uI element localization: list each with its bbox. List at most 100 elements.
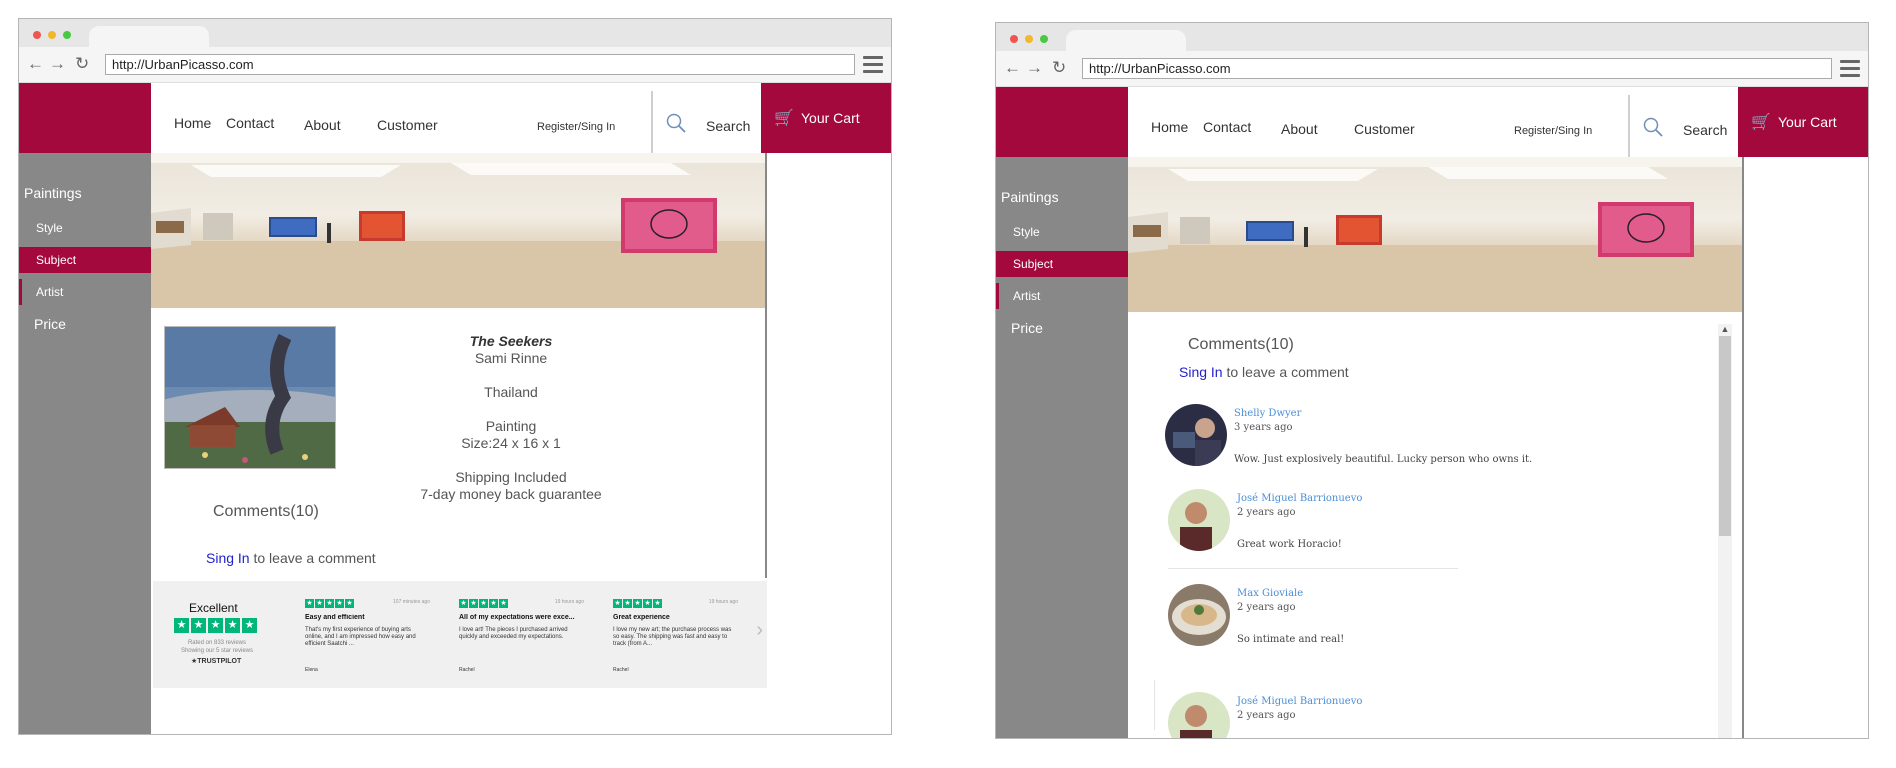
- forward-arrow-icon[interactable]: →: [1026, 59, 1043, 77]
- nav-home-link[interactable]: Home: [1151, 119, 1188, 135]
- review-body: That's my first experience of buying art…: [305, 627, 416, 647]
- logo-block[interactable]: [19, 83, 151, 153]
- product-shipping: Shipping Included: [455, 469, 567, 485]
- trustpilot-rating: Excellent: [189, 601, 238, 615]
- review-card[interactable]: ★ ★ ★ ★ ★ 19 hours ago Great experience I lo…: [613, 599, 738, 673]
- comment-author[interactable]: José Miguel Barrionuevo: [1237, 493, 1362, 504]
- address-bar[interactable]: http://UrbanPicasso.com: [105, 54, 855, 75]
- back-arrow-icon[interactable]: ←: [27, 55, 44, 73]
- review-author: Rachel: [613, 667, 629, 673]
- sidebar-item-price[interactable]: Price: [34, 316, 66, 332]
- nav-customer-link[interactable]: Customer: [377, 117, 438, 133]
- scrollbar-thumb[interactable]: [1719, 336, 1731, 536]
- comments-scrollbar[interactable]: ▲ ▼: [1718, 324, 1732, 738]
- comment-author[interactable]: Shelly Dwyer: [1234, 408, 1301, 419]
- signin-prompt: Sing In to leave a comment: [206, 550, 376, 566]
- comments-panel: Comments(10) Sing In to leave a comment …: [1128, 312, 1742, 738]
- reload-icon[interactable]: ↻: [75, 55, 89, 73]
- avatar[interactable]: [1168, 584, 1230, 646]
- gallery-hero-image: [151, 153, 765, 308]
- register-signin-link[interactable]: Register/Sing In: [537, 121, 615, 133]
- trustpilot-rated: Rated on 833 reviews: [187, 640, 247, 646]
- close-window-button[interactable]: [33, 31, 41, 39]
- minimize-window-button[interactable]: [1025, 35, 1033, 43]
- cart-icon: 🛒: [774, 110, 794, 127]
- star-icon: ★: [174, 618, 189, 633]
- chevron-right-icon[interactable]: ›: [756, 619, 763, 642]
- trustpilot-stars: ★ ★ ★ ★ ★: [174, 618, 257, 633]
- review-author: Elena: [305, 667, 318, 673]
- top-navigation: Home Contact About Customer Register/Sin…: [151, 83, 761, 153]
- signin-suffix: to leave a comment: [253, 550, 376, 566]
- minimize-window-button[interactable]: [48, 31, 56, 39]
- sidebar-item-artist[interactable]: Artist: [19, 279, 151, 305]
- nav-about-link[interactable]: About: [1281, 121, 1318, 137]
- back-arrow-icon[interactable]: ←: [1004, 59, 1021, 77]
- page: Home Contact About Customer Register/Sin…: [19, 83, 891, 734]
- sidebar-item-price[interactable]: Price: [1011, 320, 1043, 336]
- page: Home Contact About Customer Register/Sin…: [996, 87, 1868, 738]
- register-signin-link[interactable]: Register/Sing In: [1514, 125, 1592, 137]
- review-author: Rachel: [459, 667, 475, 673]
- sidebar-item-subject[interactable]: Subject: [996, 251, 1128, 277]
- nav-home-link[interactable]: Home: [174, 115, 211, 131]
- avatar[interactable]: [1168, 489, 1230, 551]
- reload-icon[interactable]: ↻: [1052, 59, 1066, 77]
- browser-toolbar: ← → ↻ http://UrbanPicasso.com: [19, 47, 891, 83]
- nav-contact-link[interactable]: Contact: [226, 115, 274, 131]
- star-icon: ★: [208, 618, 223, 633]
- sidebar-item-artist[interactable]: Artist: [996, 283, 1128, 309]
- signin-link[interactable]: Sing In: [1179, 364, 1223, 380]
- cart-label: Your Cart: [1778, 114, 1837, 130]
- maximize-window-button[interactable]: [1040, 35, 1048, 43]
- review-card[interactable]: ★ ★ ★ ★ ★ 19 hours ago All of my expectation…: [459, 599, 584, 673]
- search-icon[interactable]: [1643, 117, 1663, 137]
- maximize-window-button[interactable]: [63, 31, 71, 39]
- window-titlebar: [996, 23, 1868, 51]
- comment-author[interactable]: José Miguel Barrionuevo: [1237, 696, 1362, 707]
- review-card[interactable]: ★ ★ ★ ★ ★ 107 minutes ago Easy and efficient…: [305, 599, 430, 673]
- review-body: I love my new art; the purchase process …: [613, 627, 732, 647]
- product-title: The Seekers: [469, 333, 553, 349]
- hamburger-menu-icon[interactable]: [1840, 60, 1860, 77]
- browser-tab[interactable]: [89, 26, 209, 47]
- forward-arrow-icon[interactable]: →: [49, 55, 66, 73]
- sidebar-item-artist-label: Artist: [36, 285, 64, 299]
- nav-about-link[interactable]: About: [304, 117, 341, 133]
- top-navigation: Home Contact About Customer Register/Sin…: [1128, 87, 1738, 157]
- browser-tab[interactable]: [1066, 30, 1186, 51]
- comment-author[interactable]: Max Gioviale: [1237, 588, 1303, 599]
- product-size: Size:24 x 16 x 1: [461, 435, 561, 451]
- main-content: The Seekers Sami Rinne Thailand Painting…: [151, 153, 767, 578]
- sidebar-title[interactable]: Paintings: [24, 185, 82, 201]
- nav-customer-link[interactable]: Customer: [1354, 121, 1415, 137]
- cart-button[interactable]: 🛒 Your Cart: [1738, 87, 1868, 157]
- sidebar: Paintings Style Subject Artist Price: [996, 157, 1128, 738]
- scroll-up-icon[interactable]: ▲: [1718, 324, 1732, 334]
- trustpilot-logo[interactable]: ★TRUSTPILOT: [191, 657, 241, 665]
- search-icon[interactable]: [666, 113, 686, 133]
- close-window-button[interactable]: [1010, 35, 1018, 43]
- comment-time: 2 years ago: [1237, 507, 1296, 518]
- logo-block[interactable]: [996, 87, 1128, 157]
- product-image[interactable]: [164, 326, 336, 469]
- comment-time: 3 years ago: [1234, 422, 1293, 433]
- sidebar-item-style[interactable]: Style: [19, 215, 151, 241]
- scroll-down-icon[interactable]: ▼: [1718, 737, 1732, 738]
- sidebar-title[interactable]: Paintings: [1001, 189, 1059, 205]
- sidebar-item-style[interactable]: Style: [996, 219, 1128, 245]
- avatar[interactable]: [1168, 692, 1230, 738]
- trustpilot-summary: Rated on 833 reviews Showing our 5 star …: [167, 639, 267, 655]
- address-bar[interactable]: http://UrbanPicasso.com: [1082, 58, 1832, 79]
- hamburger-menu-icon[interactable]: [863, 56, 883, 73]
- sidebar-item-subject[interactable]: Subject: [19, 247, 151, 273]
- avatar[interactable]: [1165, 404, 1227, 466]
- nav-contact-link[interactable]: Contact: [1203, 119, 1251, 135]
- search-divider: [1628, 95, 1630, 157]
- signin-suffix: to leave a comment: [1226, 364, 1349, 380]
- product-artist[interactable]: Sami Rinne: [401, 350, 621, 367]
- cart-button[interactable]: 🛒 Your Cart: [761, 83, 891, 153]
- signin-link[interactable]: Sing In: [206, 550, 250, 566]
- search-input[interactable]: Search: [706, 118, 750, 134]
- search-input[interactable]: Search: [1683, 122, 1727, 138]
